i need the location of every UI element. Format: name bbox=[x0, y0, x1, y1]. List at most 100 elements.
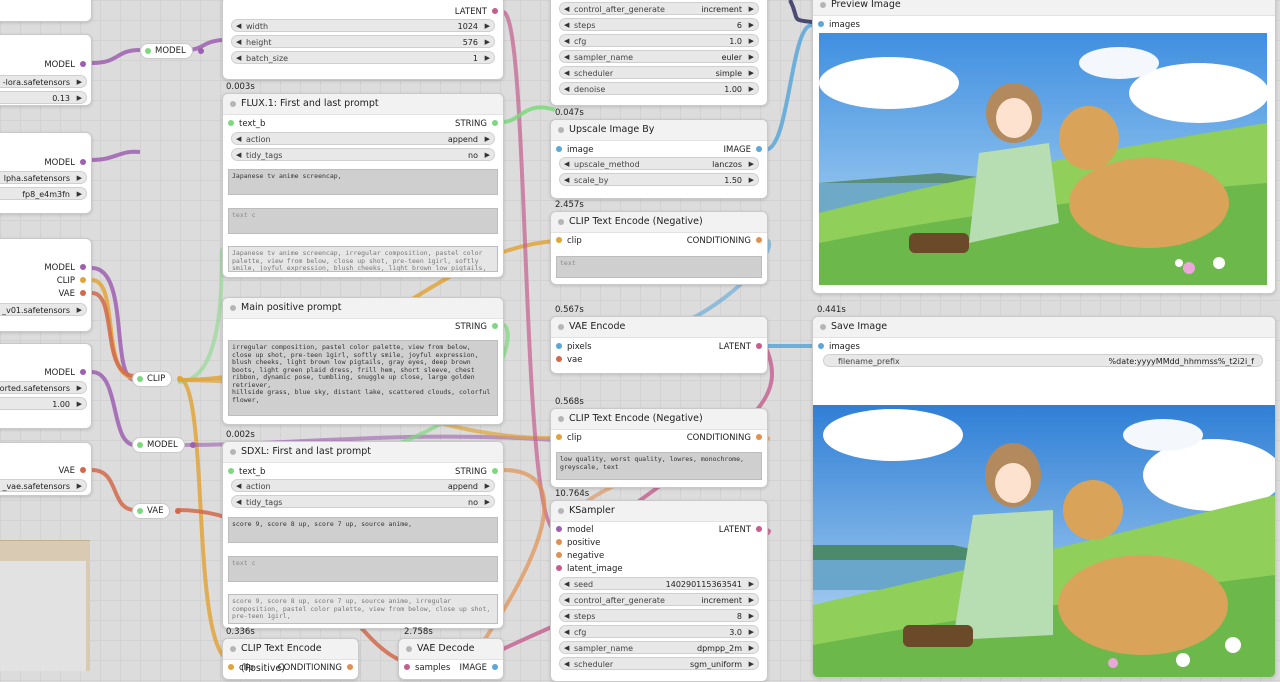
text-c-textarea[interactable]: text c bbox=[228, 556, 498, 582]
unet-name-widget[interactable]: lpha.safetensors ▶ bbox=[0, 171, 87, 184]
arrow-right-icon[interactable]: ▶ bbox=[749, 35, 754, 48]
arrow-right-icon[interactable]: ▶ bbox=[77, 382, 82, 395]
collapse-dot-icon[interactable] bbox=[558, 508, 564, 514]
arrow-left-icon[interactable]: ◀ bbox=[236, 36, 241, 49]
arrow-right-icon[interactable]: ▶ bbox=[485, 52, 490, 65]
node-title[interactable]: SDXL: First and last prompt bbox=[223, 442, 503, 463]
collapse-dot-icon[interactable] bbox=[558, 219, 564, 225]
arrow-left-icon[interactable]: ◀ bbox=[236, 52, 241, 65]
arrow-right-icon[interactable]: ▶ bbox=[485, 480, 490, 493]
node-title[interactable]: KSampler bbox=[551, 501, 767, 522]
clip-input[interactable]: clip bbox=[551, 235, 582, 248]
lora-name-widget[interactable]: orted.safetensors ▶ bbox=[0, 381, 87, 394]
arrow-right-icon[interactable]: ▶ bbox=[485, 496, 490, 509]
arrow-right-icon[interactable]: ▶ bbox=[749, 658, 754, 671]
filename-prefix-widget[interactable]: filename_prefix %date:yyyyMMdd_hhmmss%_t2… bbox=[823, 354, 1263, 367]
height-widget[interactable]: ◀ height 576 ▶ bbox=[231, 35, 495, 48]
node-title[interactable]: Upscale Image By bbox=[551, 120, 767, 141]
arrow-left-icon[interactable]: ◀ bbox=[564, 19, 569, 32]
denoise-widget[interactable]: ◀ denoise 1.00 ▶ bbox=[559, 82, 759, 95]
action-widget[interactable]: ◀ action append ▶ bbox=[231, 132, 495, 145]
samples-input[interactable]: samples bbox=[399, 662, 450, 675]
node-title[interactable]: FLUX.1: First and last prompt bbox=[223, 94, 503, 115]
arrow-right-icon[interactable]: ▶ bbox=[77, 172, 82, 185]
weight-dtype-widget[interactable]: fp8_e4m3fn ▶ bbox=[0, 187, 87, 200]
action-widget[interactable]: ◀ action append ▶ bbox=[231, 479, 495, 492]
ckpt-name-widget[interactable]: _v01.safetensors ▶ bbox=[0, 303, 87, 316]
latent-output[interactable]: LATENT bbox=[455, 6, 503, 19]
reroute-model-2[interactable]: MODEL bbox=[132, 437, 196, 453]
arrow-left-icon[interactable]: ◀ bbox=[564, 626, 569, 639]
arrow-right-icon[interactable]: ▶ bbox=[485, 149, 490, 162]
text-a-textarea[interactable]: score 9, score 8 up, score 7 up, source … bbox=[228, 517, 498, 543]
pixels-input[interactable]: pixels bbox=[551, 341, 592, 354]
text-textarea[interactable]: text bbox=[556, 256, 762, 278]
latent-image-input[interactable]: latent_image bbox=[551, 563, 623, 576]
arrow-left-icon[interactable]: ◀ bbox=[564, 67, 569, 80]
collapse-dot-icon[interactable] bbox=[406, 646, 412, 652]
images-input[interactable]: images bbox=[813, 19, 860, 32]
upscale-method-widget[interactable]: ◀ upscale_method lanczos ▶ bbox=[559, 157, 759, 170]
arrow-left-icon[interactable]: ◀ bbox=[564, 594, 569, 607]
arrow-right-icon[interactable]: ▶ bbox=[485, 20, 490, 33]
clip-input[interactable]: clip bbox=[223, 662, 254, 675]
arrow-right-icon[interactable]: ▶ bbox=[749, 174, 754, 187]
preview-image-canvas[interactable] bbox=[819, 33, 1267, 285]
sampler-name-widget[interactable]: ◀ sampler_name euler ▶ bbox=[559, 50, 759, 63]
latent-output[interactable]: LATENT bbox=[719, 341, 767, 354]
cfg-widget[interactable]: ◀ cfg 1.0 ▶ bbox=[559, 34, 759, 47]
text-b-input[interactable]: text_b bbox=[223, 466, 265, 479]
text-a-textarea[interactable]: Japanese tv anime screencap, bbox=[228, 169, 498, 195]
arrow-right-icon[interactable]: ▶ bbox=[77, 398, 82, 411]
scheduler-widget[interactable]: ◀ scheduler simple ▶ bbox=[559, 66, 759, 79]
clip-output[interactable]: CLIP bbox=[57, 275, 91, 288]
string-output[interactable]: STRING bbox=[455, 321, 503, 334]
reroute-vae[interactable]: VAE bbox=[132, 503, 182, 519]
arrow-right-icon[interactable]: ▶ bbox=[485, 36, 490, 49]
arrow-right-icon[interactable]: ▶ bbox=[77, 92, 82, 105]
text-c-textarea[interactable]: text c bbox=[228, 208, 498, 234]
arrow-right-icon[interactable]: ▶ bbox=[749, 51, 754, 64]
collapse-dot-icon[interactable] bbox=[558, 127, 564, 133]
arrow-right-icon[interactable]: ▶ bbox=[77, 480, 82, 493]
seed-widget[interactable]: ◀ seed 140290115363541 ▶ bbox=[559, 577, 759, 590]
tidy-tags-widget[interactable]: ◀ tidy_tags no ▶ bbox=[231, 495, 495, 508]
arrow-left-icon[interactable]: ◀ bbox=[564, 3, 569, 16]
image-output[interactable]: IMAGE bbox=[724, 144, 767, 157]
arrow-left-icon[interactable]: ◀ bbox=[564, 35, 569, 48]
strength-widget[interactable]: 0.13 ▶ bbox=[0, 91, 87, 104]
arrow-left-icon[interactable]: ◀ bbox=[564, 158, 569, 171]
saved-image-canvas[interactable] bbox=[813, 405, 1275, 677]
arrow-right-icon[interactable]: ▶ bbox=[749, 19, 754, 32]
arrow-left-icon[interactable]: ◀ bbox=[564, 610, 569, 623]
arrow-right-icon[interactable]: ▶ bbox=[485, 133, 490, 146]
arrow-left-icon[interactable]: ◀ bbox=[564, 174, 569, 187]
collapse-dot-icon[interactable] bbox=[230, 101, 236, 107]
arrow-right-icon[interactable]: ▶ bbox=[749, 594, 754, 607]
arrow-left-icon[interactable]: ◀ bbox=[236, 480, 241, 493]
arrow-left-icon[interactable]: ◀ bbox=[564, 642, 569, 655]
arrow-right-icon[interactable]: ▶ bbox=[749, 642, 754, 655]
control-after-generate-widget[interactable]: ◀ control_after_generate increment ▶ bbox=[559, 2, 759, 15]
model-output[interactable]: MODEL bbox=[44, 262, 91, 275]
images-input[interactable]: images bbox=[813, 341, 860, 354]
collapse-dot-icon[interactable] bbox=[820, 2, 826, 8]
prompt-textarea[interactable]: irregular composition, pastel color pale… bbox=[228, 340, 498, 416]
image-output[interactable]: IMAGE bbox=[460, 662, 503, 675]
node-title[interactable]: CLIP Text Encode (Positive) bbox=[223, 639, 358, 674]
model-output[interactable]: MODEL bbox=[44, 157, 91, 170]
sampler-name-widget[interactable]: ◀ sampler_name dpmpp_2m ▶ bbox=[559, 641, 759, 654]
clip-input[interactable]: clip bbox=[551, 432, 582, 445]
arrow-left-icon[interactable]: ◀ bbox=[564, 658, 569, 671]
cfg-widget[interactable]: ◀ cfg 3.0 ▶ bbox=[559, 625, 759, 638]
batch-size-widget[interactable]: ◀ batch_size 1 ▶ bbox=[231, 51, 495, 64]
arrow-left-icon[interactable]: ◀ bbox=[564, 51, 569, 64]
arrow-right-icon[interactable]: ▶ bbox=[749, 83, 754, 96]
result-preview-textarea[interactable]: score 9, score 8 up, score 7 up, source … bbox=[228, 594, 498, 624]
model-output[interactable]: MODEL bbox=[44, 367, 91, 380]
vae-input[interactable]: vae bbox=[551, 354, 582, 367]
conditioning-output[interactable]: CONDITIONING bbox=[687, 235, 767, 248]
node-title[interactable]: CLIP Text Encode (Negative) bbox=[551, 212, 767, 233]
tidy-tags-widget[interactable]: ◀ tidy_tags no ▶ bbox=[231, 148, 495, 161]
strength-widget[interactable]: 1.00 ▶ bbox=[0, 397, 87, 410]
